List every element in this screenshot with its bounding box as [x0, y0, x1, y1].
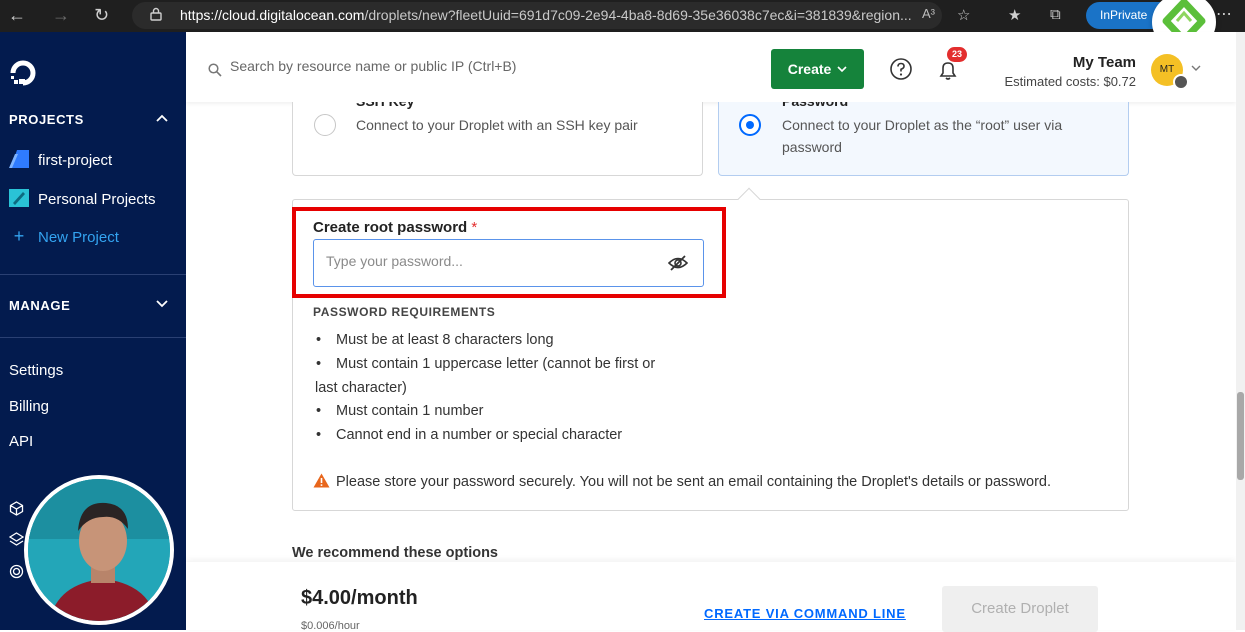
requirement-text: Must contain 1 number — [336, 403, 484, 419]
sidebar-item-label: Personal Projects — [38, 191, 156, 208]
more-icon[interactable]: ⋯ — [1216, 4, 1233, 24]
support-icon[interactable] — [9, 564, 24, 579]
password-radio[interactable] — [739, 114, 761, 136]
collections-icon[interactable]: ⧉ — [1050, 6, 1061, 23]
password-description-line: password — [782, 139, 842, 155]
sidebar-item-first-project[interactable]: first-project — [9, 150, 112, 169]
reload-icon[interactable]: ↻ — [94, 5, 109, 25]
checkout-footer: $4.00/month $0.006/hour CREATE VIA COMMA… — [186, 562, 1236, 632]
sidebar-divider — [0, 337, 186, 338]
recommend-heading: We recommend these options — [292, 545, 498, 561]
estimated-costs: Estimated costs: $0.72 — [1004, 74, 1136, 89]
help-icon[interactable] — [889, 57, 913, 81]
requirement-item: • Must contain 1 uppercase letter (cannot… — [316, 356, 656, 372]
sidebar-item-label: first-project — [38, 152, 113, 169]
sidebar-item-personal-projects[interactable]: Personal Projects — [9, 189, 156, 208]
lock-icon — [150, 7, 162, 21]
create-via-command-line-link[interactable]: CREATE VIA COMMAND LINE — [704, 606, 906, 621]
user-avatar-mini — [1173, 74, 1189, 90]
password-option[interactable]: Password Connect to your Droplet as the … — [718, 102, 1129, 176]
search-icon — [208, 63, 222, 77]
back-arrow-icon[interactable]: ← — [8, 5, 26, 25]
forward-arrow-icon[interactable]: → — [52, 5, 70, 25]
requirement-text: Must be at least 8 characters long — [336, 332, 554, 348]
chevron-down-icon — [837, 66, 847, 73]
warning-icon — [313, 473, 330, 488]
projects-heading[interactable]: PROJECTS — [9, 112, 84, 127]
requirement-item: • Must contain 1 number — [316, 403, 484, 419]
monthly-price: $4.00/month — [301, 587, 418, 609]
team-name[interactable]: My Team — [1073, 54, 1136, 71]
chevron-up-icon[interactable] — [156, 114, 168, 122]
chevron-down-icon[interactable] — [1191, 65, 1201, 72]
notification-count-badge: 23 — [947, 47, 967, 62]
top-header: Create 23 My Team Estimated costs: $0.72… — [186, 32, 1236, 102]
ssh-key-option[interactable]: SSH Key Connect to your Droplet with an … — [292, 102, 703, 176]
password-requirements-heading: PASSWORD REQUIREMENTS — [313, 305, 496, 319]
page-scrollbar[interactable] — [1236, 32, 1245, 630]
new-project-link[interactable]: + New Project — [9, 226, 119, 247]
password-description: Connect to your Droplet as the “root” us… — [782, 114, 1062, 158]
layers-icon[interactable] — [9, 532, 24, 547]
warning-text: Please store your password securely. You… — [336, 474, 1051, 490]
search-input[interactable] — [230, 58, 750, 74]
hourly-price: $0.006/hour — [301, 620, 360, 632]
ssh-key-radio[interactable] — [314, 114, 336, 136]
url-text: https://cloud.digitalocean.com/droplets/… — [180, 7, 912, 23]
manage-heading[interactable]: MANAGE — [9, 298, 70, 313]
ssh-key-description: Connect to your Droplet with an SSH key … — [356, 117, 638, 133]
highlight-annotation — [292, 207, 726, 298]
password-warning: Please store your password securely. You… — [313, 473, 1051, 490]
cube-icon[interactable] — [9, 501, 24, 516]
project-icon — [9, 150, 29, 168]
favorite-add-icon[interactable]: ☆ — [957, 6, 970, 24]
chevron-down-icon[interactable] — [156, 300, 168, 308]
favorites-icon[interactable]: ★ — [1008, 6, 1021, 24]
create-button[interactable]: Create — [771, 49, 864, 89]
webcam-overlay — [24, 475, 174, 625]
password-description-line: Connect to your Droplet as the “root” us… — [782, 117, 1063, 133]
sidebar-item-api[interactable]: API — [9, 433, 33, 450]
create-button-label: Create — [787, 61, 832, 77]
requirement-text: Must contain 1 uppercase letter (cannot … — [336, 356, 656, 372]
requirement-item: • Cannot end in a number or special chara… — [316, 427, 623, 443]
sidebar-item-billing[interactable]: Billing — [9, 398, 49, 415]
requirement-text: Cannot end in a number or special charac… — [336, 427, 623, 443]
address-bar[interactable]: https://cloud.digitalocean.com/droplets/… — [132, 2, 942, 29]
requirement-item: • Must be at least 8 characters long — [316, 332, 554, 348]
plus-icon: + — [13, 226, 25, 246]
requirement-item-continued: last character) — [315, 380, 407, 396]
create-droplet-button[interactable]: Create Droplet — [942, 586, 1098, 632]
browser-toolbar: ← → ↻ https://cloud.digitalocean.com/dro… — [0, 0, 1245, 50]
read-aloud-icon[interactable]: A³ — [922, 6, 935, 21]
digitalocean-logo[interactable] — [8, 58, 38, 88]
sidebar-divider — [0, 274, 186, 275]
sidebar-item-settings[interactable]: Settings — [9, 362, 63, 379]
new-project-label: New Project — [38, 229, 119, 246]
scrollbar-thumb[interactable] — [1237, 392, 1244, 480]
project-icon — [9, 189, 29, 207]
